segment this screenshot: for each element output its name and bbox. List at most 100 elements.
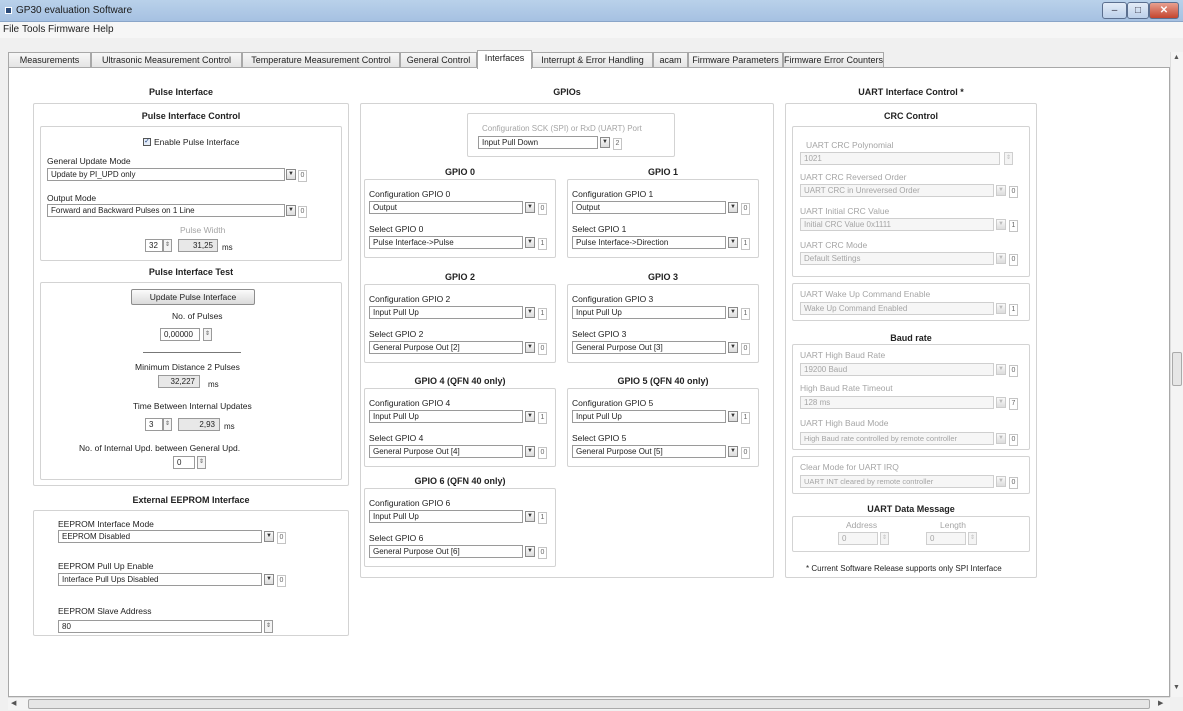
menu-help[interactable]: Help [93,24,114,35]
gpio-2-config-index: 1 [538,308,547,320]
eeprom-pullup-select[interactable]: Interface Pull Ups Disabled [58,573,262,586]
high-baud-dropdown-icon[interactable]: ▼ [996,364,1006,375]
baud-timeout-dropdown-icon[interactable]: ▼ [996,397,1006,408]
crc-reversed-select[interactable]: UART CRC in Unreversed Order [800,184,994,197]
internal-updates-spinner-icon[interactable]: ⇕ [197,456,206,469]
gpio-3-select-dropdown-icon[interactable]: ▼ [728,342,738,353]
tab-general-control[interactable]: General Control [400,52,477,68]
crc-polynomial-spinner-icon[interactable]: ⇕ [1004,152,1013,165]
gpio-6-select[interactable]: General Purpose Out [6] [369,545,523,558]
pulses-spinner-icon[interactable]: ⇕ [203,328,212,341]
gpio-4-config-dropdown-icon[interactable]: ▼ [525,411,535,422]
tab-interfaces[interactable]: Interfaces [477,50,532,69]
update-pulse-interface-button[interactable]: Update Pulse Interface [131,289,255,305]
crc-polynomial-input[interactable]: 1021 [800,152,1000,165]
gpio-2-config-dropdown-icon[interactable]: ▼ [525,307,535,318]
uart-length-input[interactable]: 0 [926,532,966,545]
pulse-width-spinner-icon[interactable]: ⇕ [163,239,172,252]
gpio-2-config-select[interactable]: Input Pull Up [369,306,523,319]
time-between-spinner-icon[interactable]: ⇕ [163,418,172,431]
gpio-0-config-select[interactable]: Output [369,201,523,214]
crc-mode-dropdown-icon[interactable]: ▼ [996,253,1006,264]
gpio-1-select-dropdown-icon[interactable]: ▼ [728,237,738,248]
scroll-down-icon[interactable]: ▼ [1173,684,1180,691]
scroll-up-icon[interactable]: ▲ [1173,54,1180,61]
gpio-6-config-dropdown-icon[interactable]: ▼ [525,511,535,522]
gpio-2-select[interactable]: General Purpose Out [2] [369,341,523,354]
eeprom-pullup-index: 0 [277,575,286,587]
maximize-button[interactable]: □ [1127,2,1149,19]
internal-updates-input[interactable]: 0 [173,456,195,469]
crc-initial-select[interactable]: Initial CRC Value 0x1111 [800,218,994,231]
uart-irq-dropdown-icon[interactable]: ▼ [996,476,1006,487]
gpio-6-select-dropdown-icon[interactable]: ▼ [525,546,535,557]
high-baud-mode-select[interactable]: High Baud rate controlled by remote cont… [800,432,994,445]
tab-firmware-error-counters[interactable]: Firmware Error Counters [783,52,884,68]
eeprom-mode-select[interactable]: EEPROM Disabled [58,530,262,543]
gpio-1-select[interactable]: Pulse Interface->Direction [572,236,726,249]
uart-irq-select[interactable]: UART INT cleared by remote controller [800,475,994,488]
tab-acam[interactable]: acam [653,52,688,68]
minimize-button[interactable]: – [1102,2,1127,19]
gpio-5-config-select[interactable]: Input Pull Up [572,410,726,423]
eeprom-address-spinner-icon[interactable]: ⇕ [264,620,273,633]
eeprom-pullup-dropdown-icon[interactable]: ▼ [264,574,274,585]
gpio-2-select-dropdown-icon[interactable]: ▼ [525,342,535,353]
gpio-0-select-dropdown-icon[interactable]: ▼ [525,237,535,248]
gpio-5-config-dropdown-icon[interactable]: ▼ [728,411,738,422]
update-mode-dropdown-icon[interactable]: ▼ [286,169,296,180]
gpio-4-select-dropdown-icon[interactable]: ▼ [525,446,535,457]
output-mode-dropdown-icon[interactable]: ▼ [286,205,296,216]
tab-interrupt-error-handling[interactable]: Interrupt & Error Handling [532,52,653,68]
horizontal-scrollbar[interactable]: ◀ ▶ [8,697,1170,710]
tab-firmware-parameters[interactable]: Firmware Parameters [688,52,783,68]
uart-length-spinner-icon[interactable]: ⇕ [968,532,977,545]
menu-firmware[interactable]: Firmware [48,24,90,35]
vertical-scrollbar[interactable]: ▲ ▼ [1170,52,1183,697]
pulse-width-steps[interactable]: 32 [145,239,163,252]
high-baud-mode-dropdown-icon[interactable]: ▼ [996,433,1006,444]
gpio-3-config-dropdown-icon[interactable]: ▼ [728,307,738,318]
gpio-5-select-dropdown-icon[interactable]: ▼ [728,446,738,457]
gpio-3-config-select[interactable]: Input Pull Up [572,306,726,319]
uart-address-input[interactable]: 0 [838,532,878,545]
port-config-select[interactable]: Input Pull Down [478,136,598,149]
output-mode-select[interactable]: Forward and Backward Pulses on 1 Line [47,204,285,217]
crc-mode-label: UART CRC Mode [800,240,868,250]
crc-reversed-dropdown-icon[interactable]: ▼ [996,185,1006,196]
vertical-scroll-thumb[interactable] [1172,352,1182,386]
scroll-right-icon[interactable]: ▶ [1158,699,1163,707]
gpio-3-select[interactable]: General Purpose Out [3] [572,341,726,354]
uart-address-spinner-icon[interactable]: ⇕ [880,532,889,545]
gpio-0-select[interactable]: Pulse Interface->Pulse [369,236,523,249]
baud-rate-title: Baud rate [890,333,932,343]
gpio-4-config-select[interactable]: Input Pull Up [369,410,523,423]
gpio-1-config-dropdown-icon[interactable]: ▼ [728,202,738,213]
eeprom-address-input[interactable]: 80 [58,620,262,633]
gpio-5-select[interactable]: General Purpose Out [5] [572,445,726,458]
wakeup-select[interactable]: Wake Up Command Enabled [800,302,994,315]
pulses-input[interactable]: 0,00000 [160,328,200,341]
update-mode-select[interactable]: Update by PI_UPD only [47,168,285,181]
horizontal-scroll-thumb[interactable] [28,699,1150,709]
tab-ultrasonic-measurement-control[interactable]: Ultrasonic Measurement Control [91,52,242,68]
menu-tools[interactable]: Tools [22,24,45,35]
port-config-dropdown-icon[interactable]: ▼ [600,137,610,148]
close-button[interactable]: ✕ [1149,2,1179,19]
eeprom-mode-dropdown-icon[interactable]: ▼ [264,531,274,542]
crc-mode-select[interactable]: Default Settings [800,252,994,265]
time-between-steps[interactable]: 3 [145,418,163,431]
gpio-6-config-select[interactable]: Input Pull Up [369,510,523,523]
gpio-0-config-dropdown-icon[interactable]: ▼ [525,202,535,213]
gpio-4-select[interactable]: General Purpose Out [4] [369,445,523,458]
tab-measurements[interactable]: Measurements [8,52,91,68]
crc-initial-dropdown-icon[interactable]: ▼ [996,219,1006,230]
tab-temperature-measurement-control[interactable]: Temperature Measurement Control [242,52,400,68]
high-baud-select[interactable]: 19200 Baud [800,363,994,376]
wakeup-dropdown-icon[interactable]: ▼ [996,303,1006,314]
menu-file[interactable]: File [3,24,19,35]
enable-pulse-checkbox[interactable]: ✓ [143,138,151,146]
gpio-1-config-select[interactable]: Output [572,201,726,214]
baud-timeout-select[interactable]: 128 ms [800,396,994,409]
scroll-left-icon[interactable]: ◀ [11,699,16,707]
